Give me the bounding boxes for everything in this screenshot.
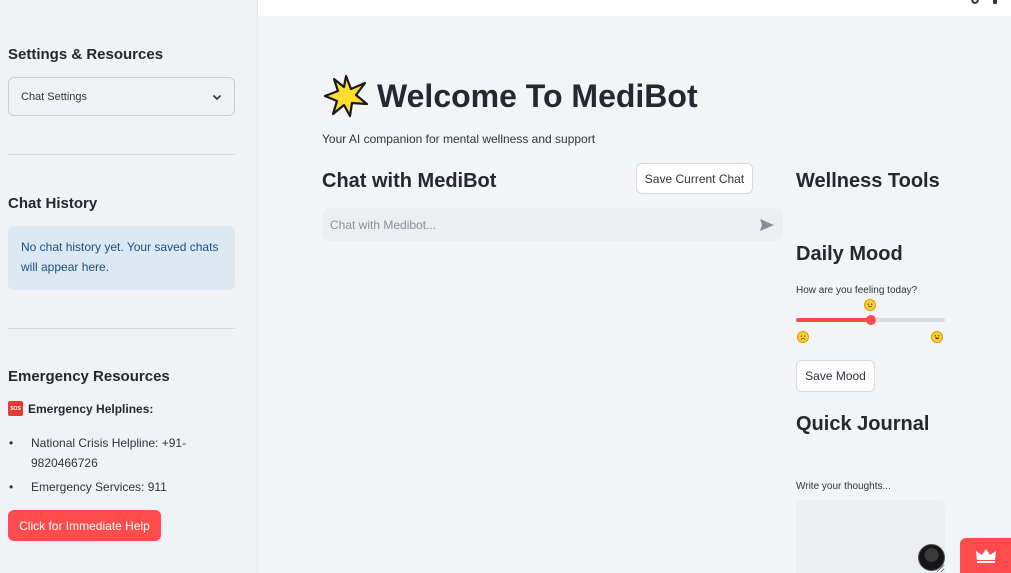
emergency-heading: Emergency Resources	[8, 368, 170, 385]
chat-heading: Chat with MediBot	[322, 170, 497, 192]
mood-heading: Daily Mood	[796, 243, 903, 265]
settings-heading: Settings & Resources	[8, 46, 164, 63]
mood-slider[interactable]	[796, 313, 945, 327]
sidebar: Settings & Resources Chat Settings Chat …	[0, 0, 258, 573]
github-icon[interactable]	[971, 0, 979, 4]
send-icon[interactable]	[759, 218, 775, 232]
sidebar-divider	[8, 154, 235, 155]
history-heading: Chat History	[8, 195, 98, 212]
helplines-list: National Crisis Helpline: +91-9820466726…	[8, 433, 238, 501]
journal-heading: Quick Journal	[796, 413, 930, 435]
page-title: Welcome To MediBot	[377, 77, 698, 114]
slider-fill	[796, 318, 871, 322]
sos-icon: SOS	[8, 401, 23, 416]
journal-label: Write your thoughts...	[796, 481, 891, 492]
crown-icon	[975, 548, 996, 563]
star-icon	[323, 74, 369, 118]
immediate-help-button[interactable]: Click for Immediate Help	[8, 510, 161, 541]
chat-input-box[interactable]	[322, 208, 783, 241]
helpline-text: Emergency Services: 911	[31, 480, 167, 494]
list-item: National Crisis Helpline: +91-9820466726	[8, 433, 238, 473]
helplines-label: Emergency Helplines:	[28, 401, 154, 416]
helpline-text: National Crisis Helpline: +91-9820466726	[31, 436, 187, 470]
wellness-heading: Wellness Tools	[796, 170, 940, 192]
slider-thumb[interactable]	[866, 315, 876, 325]
chat-input[interactable]	[330, 217, 759, 232]
toolbar-icons	[971, 0, 997, 4]
sidebar-divider	[8, 328, 235, 329]
top-bar	[258, 0, 1011, 16]
menu-icon[interactable]	[993, 0, 997, 4]
chevron-down-icon	[212, 94, 222, 100]
neutral-face-icon	[864, 299, 876, 311]
happy-face-icon	[931, 331, 943, 343]
page-title-row: Welcome To MediBot	[323, 74, 698, 118]
chat-settings-select[interactable]: Chat Settings	[8, 77, 235, 116]
save-chat-button[interactable]: Save Current Chat	[636, 163, 753, 194]
helplines-label-row: SOS Emergency Helplines:	[8, 401, 153, 416]
chat-settings-label: Chat Settings	[21, 90, 88, 103]
history-info-box: No chat history yet. Your saved chats wi…	[8, 226, 235, 290]
list-item: Emergency Services: 911	[8, 477, 238, 497]
page-subtitle: Your AI companion for mental wellness an…	[322, 132, 596, 146]
avatar[interactable]	[918, 544, 945, 571]
mood-question: How are you feeling today?	[796, 285, 918, 296]
sad-face-icon	[797, 331, 809, 343]
save-mood-button[interactable]: Save Mood	[796, 360, 875, 392]
streamlit-badge-button[interactable]	[960, 538, 1011, 573]
